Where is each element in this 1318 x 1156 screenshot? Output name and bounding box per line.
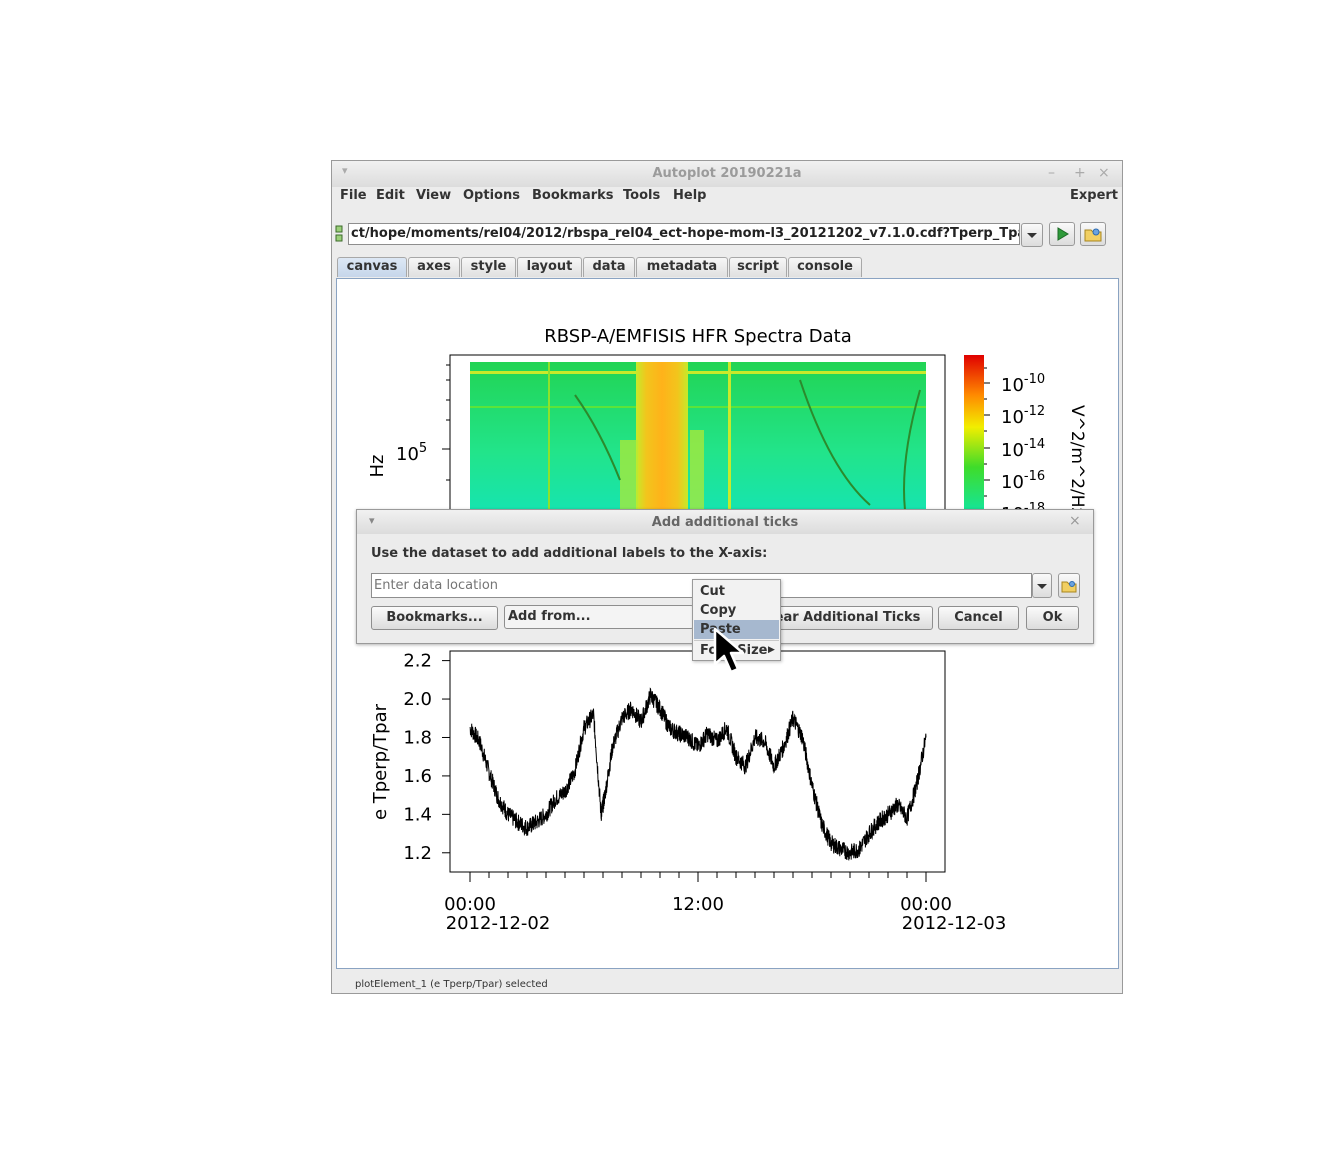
top-plot-ytick: 105 <box>396 441 427 465</box>
clear-ticks-button[interactable]: ear Additional Ticks <box>762 606 933 630</box>
context-cut[interactable]: Cut <box>694 582 779 601</box>
spectrogram-line <box>470 406 926 408</box>
x-tick-date-label: 2012-12-02 <box>446 913 551 934</box>
bottom-plot-ylabel: e Tperp/Tpar <box>370 703 391 820</box>
y-tick-label: 1.6 <box>403 766 432 787</box>
mouse-cursor-icon <box>713 627 745 674</box>
colorbar-tick-label: 10-16 <box>1001 469 1045 493</box>
colorbar <box>964 355 984 515</box>
spectrogram-band <box>690 430 704 512</box>
y-tick-label: 1.8 <box>403 727 432 748</box>
location-dropdown-button[interactable] <box>1032 573 1052 598</box>
x-tick-time-label: 12:00 <box>672 894 724 915</box>
x-tick-date-label: 2012-12-03 <box>902 913 1007 934</box>
colorbar-label: V^2/m^2/Hz <box>1067 405 1087 517</box>
colorbar-tick-label: 10-12 <box>1001 404 1045 428</box>
dialog-close-icon[interactable]: × <box>1069 513 1081 529</box>
spectrogram-line <box>470 371 926 374</box>
cancel-button[interactable]: Cancel <box>938 606 1019 630</box>
bookmarks-button[interactable]: Bookmarks... <box>371 606 498 630</box>
y-tick-label: 1.2 <box>403 843 432 864</box>
top-plot-title: RBSP-A/EMFISIS HFR Spectra Data <box>544 326 851 347</box>
x-tick-time-label: 00:00 <box>444 894 496 915</box>
line-xticks: 00:002012-12-0212:00 00:002012-12-03 <box>444 872 1006 934</box>
line-yticks: 1.2 1.4 1.6 1.8 2.0 2.2 <box>403 651 450 864</box>
spectrogram-line <box>548 362 550 512</box>
y-tick-label: 2.0 <box>403 689 432 710</box>
dialog-instruction: Use the dataset to add additional labels… <box>371 546 768 561</box>
x-tick-time-label: 00:00 <box>900 894 952 915</box>
spectrogram-line <box>728 362 731 512</box>
context-copy[interactable]: Copy <box>694 601 779 620</box>
top-plot-ylabel: Hz <box>367 455 388 478</box>
colorbar-tick-label: 10-10 <box>1001 372 1045 396</box>
dialog-titlebar[interactable]: ▾ Add additional ticks × <box>357 510 1093 534</box>
ok-button[interactable]: Ok <box>1026 606 1079 630</box>
add-from-dropdown[interactable]: Add from... <box>504 605 694 629</box>
location-browse-button[interactable] <box>1058 573 1080 598</box>
y-tick-label: 1.4 <box>403 804 432 825</box>
spectrogram-band <box>636 362 688 512</box>
dialog-title: Add additional ticks <box>651 515 799 530</box>
folder-icon <box>1061 581 1077 593</box>
colorbar-tick-label: 10-14 <box>1001 437 1045 461</box>
spectrogram-band <box>620 440 638 512</box>
y-tick-label: 2.2 <box>403 651 432 672</box>
chevron-down-icon <box>1037 584 1047 589</box>
colorbar-ticks <box>984 367 990 497</box>
submenu-arrow-icon: ▶ <box>768 645 775 655</box>
